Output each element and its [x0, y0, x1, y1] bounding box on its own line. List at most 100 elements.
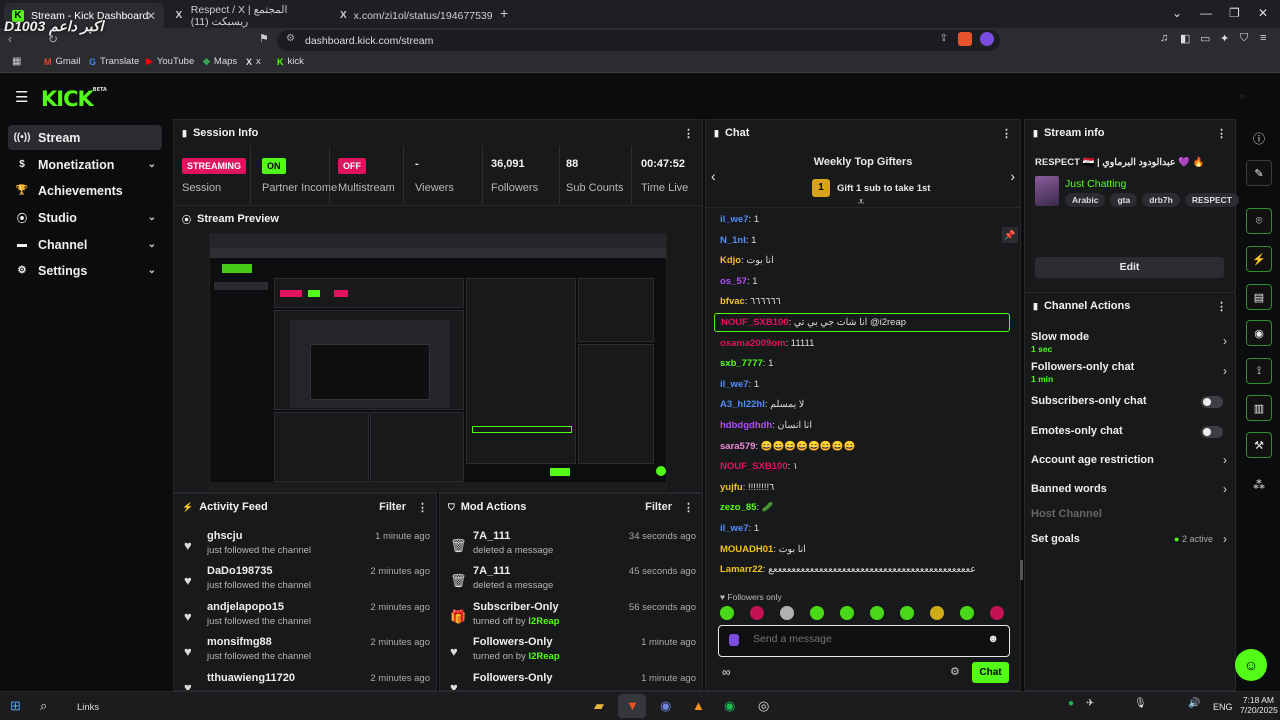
close-window-icon[interactable]: ✕	[1258, 6, 1268, 20]
emote-icon[interactable]	[780, 606, 794, 620]
sidebar-item-monetization[interactable]: $ Monetization ⌄	[8, 152, 162, 177]
tag-chip[interactable]: Arabic	[1065, 193, 1106, 207]
chat-username[interactable]: sara579	[720, 441, 755, 452]
sidebar-item-achievements[interactable]: 🏆 Achievements	[8, 178, 162, 203]
moderator-name[interactable]: I2Reap	[528, 616, 559, 627]
camera-icon[interactable]: ⌾	[1246, 208, 1272, 234]
chat-username[interactable]: N_1nI	[720, 235, 746, 246]
kebab-menu-icon[interactable]: ⋮	[417, 501, 428, 514]
wallet-icon[interactable]: ▭	[1200, 32, 1210, 45]
apps-grid-icon[interactable]: ▦	[12, 56, 21, 67]
chat-username[interactable]: os_57	[720, 276, 747, 287]
edit-icon[interactable]: ✎	[1246, 160, 1272, 186]
points-icon[interactable]: ∞	[722, 665, 731, 679]
emote-icon[interactable]	[750, 606, 764, 620]
emote-icon[interactable]	[960, 606, 974, 620]
emoji-icon[interactable]: ☻	[987, 633, 999, 645]
spotify-icon[interactable]: ◉	[724, 698, 735, 714]
maximize-icon[interactable]: ❐	[1229, 6, 1240, 20]
tag-chip[interactable]: gta	[1110, 193, 1138, 207]
url-field[interactable]: ⚙ dashboard.kick.com/stream ⇪	[277, 30, 1000, 51]
kebab-menu-icon[interactable]: ⋮	[683, 127, 694, 140]
bookmark-x[interactable]: Xx	[246, 56, 261, 67]
bookmark-gmail[interactable]: M Gmail	[44, 56, 80, 67]
action-followers-only[interactable]: Followers-only chat 1 min	[1031, 361, 1134, 384]
emote-icon[interactable]	[810, 606, 824, 620]
chat-username[interactable]: il_we7	[720, 214, 749, 225]
windows-start-icon[interactable]: ⊞	[10, 698, 21, 714]
support-chat-button[interactable]: ☺	[1235, 649, 1267, 681]
emote-icon[interactable]	[840, 606, 854, 620]
chat-username[interactable]: sxb_7777	[720, 358, 763, 369]
search-icon[interactable]: ⌕	[40, 698, 47, 714]
language-indicator[interactable]: ENG	[1213, 702, 1233, 712]
kebab-menu-icon[interactable]: ⋮	[1001, 127, 1012, 140]
brave-shields-icon[interactable]	[958, 32, 972, 46]
info-circle-icon[interactable]: ⓘ	[1253, 130, 1265, 147]
mod-action-target[interactable]: 7A_111	[473, 565, 510, 577]
wrench-icon[interactable]: ⚒	[1246, 432, 1272, 458]
leo-icon[interactable]: ✦	[1220, 32, 1229, 45]
subscribers-only-toggle[interactable]	[1201, 396, 1223, 408]
chat-username[interactable]: bfvac	[720, 296, 745, 307]
new-tab-button[interactable]: +	[500, 5, 508, 21]
chat-username[interactable]: Kdjo	[720, 255, 741, 266]
chat-username[interactable]: osama2009om	[720, 338, 785, 349]
action-slow-mode[interactable]: Slow mode 1 sec	[1031, 331, 1089, 354]
chevron-right-icon[interactable]: ›	[1223, 482, 1227, 496]
emote-icon[interactable]	[720, 606, 734, 620]
chevron-right-icon[interactable]: ›	[1223, 334, 1227, 348]
follower-name[interactable]: andjelapopo15	[207, 601, 284, 613]
broadcast-icon[interactable]: ⟟	[1246, 358, 1272, 384]
stream-preview-video[interactable]	[209, 233, 667, 490]
chevron-right-icon[interactable]: ›	[1223, 453, 1227, 467]
edit-stream-info-button[interactable]: Edit	[1035, 257, 1224, 278]
bolt-icon[interactable]: ⚡	[1246, 246, 1272, 272]
bookmark-kick[interactable]: Kkick	[277, 56, 304, 67]
clock[interactable]: 7:18 AM 7/20/2025	[1240, 695, 1278, 715]
chevron-right-icon[interactable]: ›	[1223, 532, 1227, 546]
chat-username[interactable]: il_we7	[720, 523, 749, 534]
chat-scrollbar[interactable]	[1020, 560, 1023, 580]
chat-username[interactable]: hdbdgdhdh	[720, 420, 772, 431]
tag-chip[interactable]: drb7h	[1142, 193, 1180, 207]
chat-username[interactable]: NOUF_SXB100	[720, 461, 788, 472]
site-info-icon[interactable]: ⚙	[286, 33, 295, 44]
follower-name[interactable]: ghscju	[207, 530, 242, 542]
bookmark-maps[interactable]: ◆ Maps	[203, 56, 237, 67]
brave-rewards-icon[interactable]	[980, 32, 994, 46]
kebab-menu-icon[interactable]: ⋮	[1216, 300, 1227, 313]
send-chat-button[interactable]: Chat	[972, 662, 1009, 683]
music-icon[interactable]: ♫	[1160, 32, 1168, 44]
kebab-menu-icon[interactable]: ⋮	[1216, 127, 1227, 140]
mod-action-target[interactable]: 7A_111	[473, 530, 510, 542]
category-thumbnail[interactable]	[1035, 176, 1059, 206]
obs-icon[interactable]: ◎	[758, 698, 769, 714]
sidebar-icon[interactable]: ◧	[1180, 32, 1190, 45]
kebab-menu-icon[interactable]: ⋮	[683, 501, 694, 514]
emotes-only-toggle[interactable]	[1201, 426, 1223, 438]
chat-username[interactable]: yujfu	[720, 482, 743, 493]
chat-bubble-icon[interactable]: ◉	[1246, 320, 1272, 346]
chevron-right-icon[interactable]: ›	[1010, 168, 1015, 184]
follower-name[interactable]: tthuawieng11720	[207, 672, 295, 684]
chat-input-box[interactable]: ☻	[718, 625, 1010, 657]
hamburger-icon[interactable]: ☰	[15, 88, 28, 106]
tab-respect-x[interactable]: X Respect / X | المجتمع ريسبكت (11)	[166, 3, 326, 28]
volume-icon[interactable]: 🔊	[1188, 698, 1200, 709]
emote-icon[interactable]	[990, 606, 1004, 620]
discord-icon[interactable]: ◉	[660, 698, 671, 714]
minimize-icon[interactable]: —	[1200, 6, 1212, 20]
microphone-icon[interactable]: 🎙	[1134, 698, 1147, 709]
mod-filter-button[interactable]: Filter	[645, 501, 672, 513]
sidebar-item-channel[interactable]: ▬ Channel ⌄	[8, 232, 162, 257]
sidebar-item-stream[interactable]: ((•)) Stream	[8, 125, 162, 150]
layout-icon[interactable]: ▥	[1246, 395, 1272, 421]
chat-username[interactable]: Lamarr22	[720, 564, 763, 575]
tray-spotify-icon[interactable]: ●	[1068, 698, 1074, 709]
chat-username[interactable]: MOUADH01	[720, 544, 773, 555]
brave-icon[interactable]: ▼	[626, 698, 639, 713]
chat-username[interactable]: zezo_85	[720, 502, 756, 513]
category-name[interactable]: Just Chatting	[1065, 178, 1126, 190]
menu-icon[interactable]: ≡	[1260, 32, 1266, 44]
